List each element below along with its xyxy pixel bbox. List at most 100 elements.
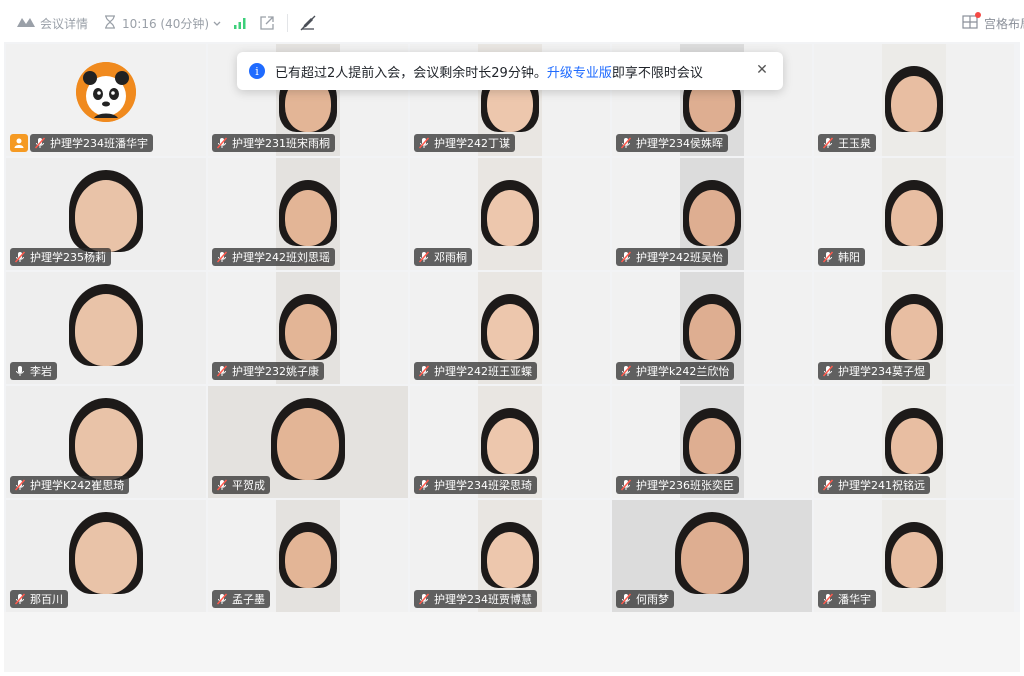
mic-muted-icon <box>13 592 27 606</box>
participant-tile[interactable]: 护理学241祝铭远 <box>814 386 1014 498</box>
mic-muted-icon <box>215 364 229 378</box>
participant-name: 护理学242班王亚蝶 <box>434 365 532 378</box>
mic-muted-icon <box>417 592 431 606</box>
mic-muted-icon <box>619 250 633 264</box>
person-face <box>891 418 937 474</box>
participant-tile[interactable]: 护理学232姚子康 <box>208 272 408 384</box>
person-face <box>891 532 937 588</box>
mic-muted-icon <box>821 136 835 150</box>
participant-tile[interactable]: 李岩 <box>6 272 206 384</box>
participant-name: 护理学242班吴怡 <box>636 251 723 264</box>
participant-video <box>882 500 946 612</box>
participant-tile[interactable]: 护理学234班潘华宇 <box>6 44 206 156</box>
participant-name-tag: 邓雨桐 <box>414 248 472 266</box>
participant-name: 护理学231班宋雨桐 <box>232 137 330 150</box>
participant-name-tag: 护理学241祝铭远 <box>818 476 930 494</box>
participant-name: 何雨梦 <box>636 593 669 606</box>
hourglass-icon <box>104 14 116 32</box>
mic-muted-icon <box>13 478 27 492</box>
upgrade-link[interactable]: 升级专业版 <box>547 62 612 81</box>
participant-tile[interactable]: 那百川 <box>6 500 206 612</box>
participant-name-tag: 护理学242班吴怡 <box>616 248 728 266</box>
participant-name: 邓雨桐 <box>434 251 467 264</box>
participant-name: 护理学235杨莉 <box>30 251 106 264</box>
person-face <box>75 294 137 366</box>
participant-name-tag: 护理学242班刘思瑶 <box>212 248 335 266</box>
person-face <box>891 190 937 246</box>
mic-muted-icon <box>821 364 835 378</box>
participant-tile[interactable]: 护理学242班刘思瑶 <box>208 158 408 270</box>
participant-name-tag: 护理学K242崔思琦 <box>10 476 130 494</box>
participant-tile[interactable]: 邓雨桐 <box>410 158 610 270</box>
participant-name: 护理学K242崔思琦 <box>30 479 125 492</box>
participant-tile[interactable]: 护理学242班王亚蝶 <box>410 272 610 384</box>
mic-muted-icon <box>215 478 229 492</box>
person-face <box>689 190 735 246</box>
person-face <box>285 532 331 588</box>
participant-tile[interactable]: 护理学235杨莉 <box>6 158 206 270</box>
mic-muted-icon <box>33 136 47 150</box>
toast-suffix: 即享不限时会议 <box>611 65 703 81</box>
mic-muted-icon <box>417 250 431 264</box>
participant-name-tag: 护理学234班潘华宇 <box>30 134 153 152</box>
participant-tile[interactable]: 韩阳 <box>814 158 1014 270</box>
mic-muted-icon <box>13 250 27 264</box>
participant-tile[interactable]: 护理学k242兰欣怡 <box>612 272 812 384</box>
meeting-time: 10:16 (40分钟) <box>122 16 210 31</box>
participant-tile[interactable]: 孟子墨 <box>208 500 408 612</box>
participant-tile[interactable]: 护理学242班吴怡 <box>612 158 812 270</box>
participant-tile[interactable]: 护理学234班贾博慧 <box>410 500 610 612</box>
participant-video <box>882 158 946 270</box>
participant-tile[interactable]: 平贺成 <box>208 386 408 498</box>
layout-switch-button[interactable]: 宫格布局 <box>962 4 1024 42</box>
participant-video <box>882 44 946 156</box>
mic-muted-icon <box>821 478 835 492</box>
mic-muted-icon <box>215 592 229 606</box>
participant-video <box>276 500 340 612</box>
mic-muted-icon <box>619 364 633 378</box>
participant-name: 潘华宇 <box>838 593 871 606</box>
meeting-logo-icon <box>16 16 36 31</box>
participant-name: 护理学241祝铭远 <box>838 479 925 492</box>
participant-name-tag: 护理学236班张奕臣 <box>616 476 739 494</box>
participant-tile[interactable]: 潘华宇 <box>814 500 1014 612</box>
mic-muted-icon <box>821 250 835 264</box>
participant-tile[interactable]: 护理学234莫子煜 <box>814 272 1014 384</box>
participant-tile[interactable]: 护理学234班梁思琦 <box>410 386 610 498</box>
share-icon[interactable] <box>259 4 275 42</box>
participant-name-tag: 护理学234班梁思琦 <box>414 476 537 494</box>
mic-muted-icon <box>417 136 431 150</box>
person-face <box>891 76 937 132</box>
participant-name: 护理学236班张奕臣 <box>636 479 734 492</box>
participant-grid: 护理学234班潘华宇 护理学231班宋雨桐 护理学242丁谋 护理学234侯姝晖 王玉泉… <box>4 42 1020 612</box>
person-face <box>487 190 533 246</box>
mic-muted-icon <box>215 136 229 150</box>
meeting-details-button[interactable]: 会议详情 <box>16 4 88 42</box>
participant-name-tag: 护理学242班王亚蝶 <box>414 362 537 380</box>
mic-muted-icon <box>215 250 229 264</box>
participant-name-tag: 护理学231班宋雨桐 <box>212 134 335 152</box>
meeting-time-dropdown[interactable]: 10:16 (40分钟) <box>104 4 221 42</box>
person-face <box>487 532 533 588</box>
participant-tile[interactable]: 护理学K242崔思琦 <box>6 386 206 498</box>
participant-tile[interactable]: 护理学236班张奕臣 <box>612 386 812 498</box>
person-face <box>75 180 137 252</box>
host-badge-icon <box>10 134 28 152</box>
participant-name: 孟子墨 <box>232 593 265 606</box>
participant-name: 平贺成 <box>232 479 265 492</box>
participant-name-tag: 潘华宇 <box>818 590 876 608</box>
participant-name: 护理学242丁谋 <box>434 137 510 150</box>
mic-muted-icon <box>619 136 633 150</box>
annotation-off-icon[interactable] <box>300 4 316 42</box>
close-icon[interactable]: ✕ <box>755 63 769 77</box>
participant-name: 李岩 <box>30 365 52 378</box>
participant-name-tag: 李岩 <box>10 362 57 380</box>
signal-strength-icon[interactable] <box>233 4 247 42</box>
person-face <box>487 418 533 474</box>
participant-name-tag: 孟子墨 <box>212 590 270 608</box>
person-face <box>285 190 331 246</box>
participant-name-tag: 护理学234莫子煜 <box>818 362 930 380</box>
participant-tile[interactable]: 何雨梦 <box>612 500 812 612</box>
participant-name-tag: 护理学235杨莉 <box>10 248 111 266</box>
participant-tile[interactable]: 王玉泉 <box>814 44 1014 156</box>
